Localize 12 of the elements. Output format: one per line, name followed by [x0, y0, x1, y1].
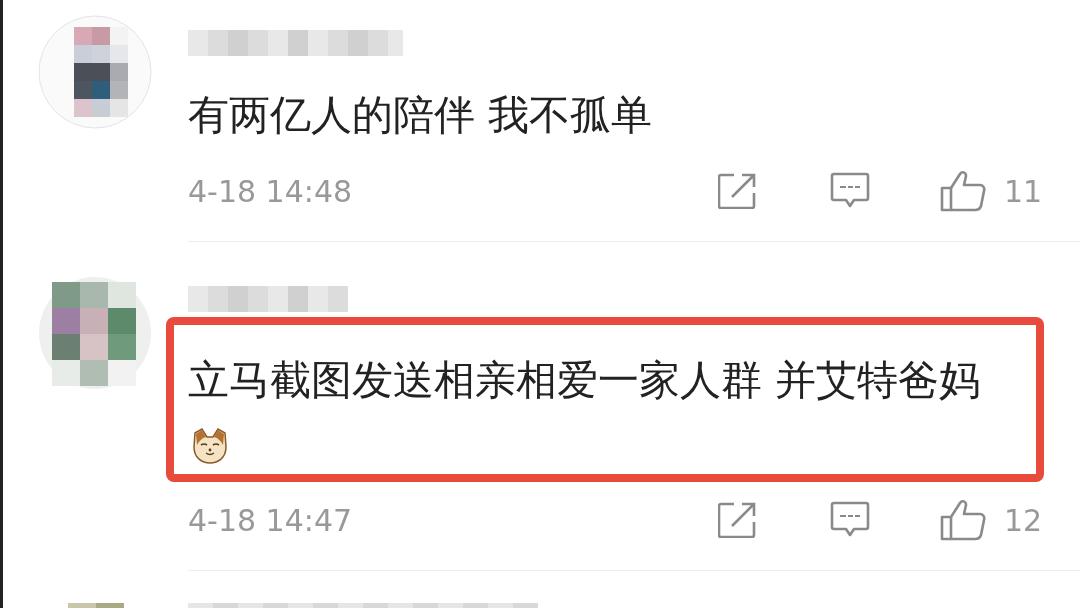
comment-text: 有两亿人的陪伴 我不孤单	[188, 91, 653, 139]
thumbs-up-icon[interactable]	[940, 499, 986, 541]
like-count: 12	[1004, 502, 1044, 538]
like-count: 11	[1004, 173, 1044, 209]
share-icon[interactable]	[718, 173, 756, 209]
comment-icon[interactable]	[830, 172, 870, 210]
comment-text: 立马截图发送相亲相爱一家人群 并艾特爸妈	[188, 356, 981, 404]
comment-time: 4-18 14:47	[188, 502, 354, 538]
thumbs-up-icon[interactable]	[940, 170, 986, 212]
share-icon[interactable]	[718, 502, 756, 538]
comment-time: 4-18 14:48	[188, 173, 354, 209]
comment-icon[interactable]	[830, 501, 870, 539]
